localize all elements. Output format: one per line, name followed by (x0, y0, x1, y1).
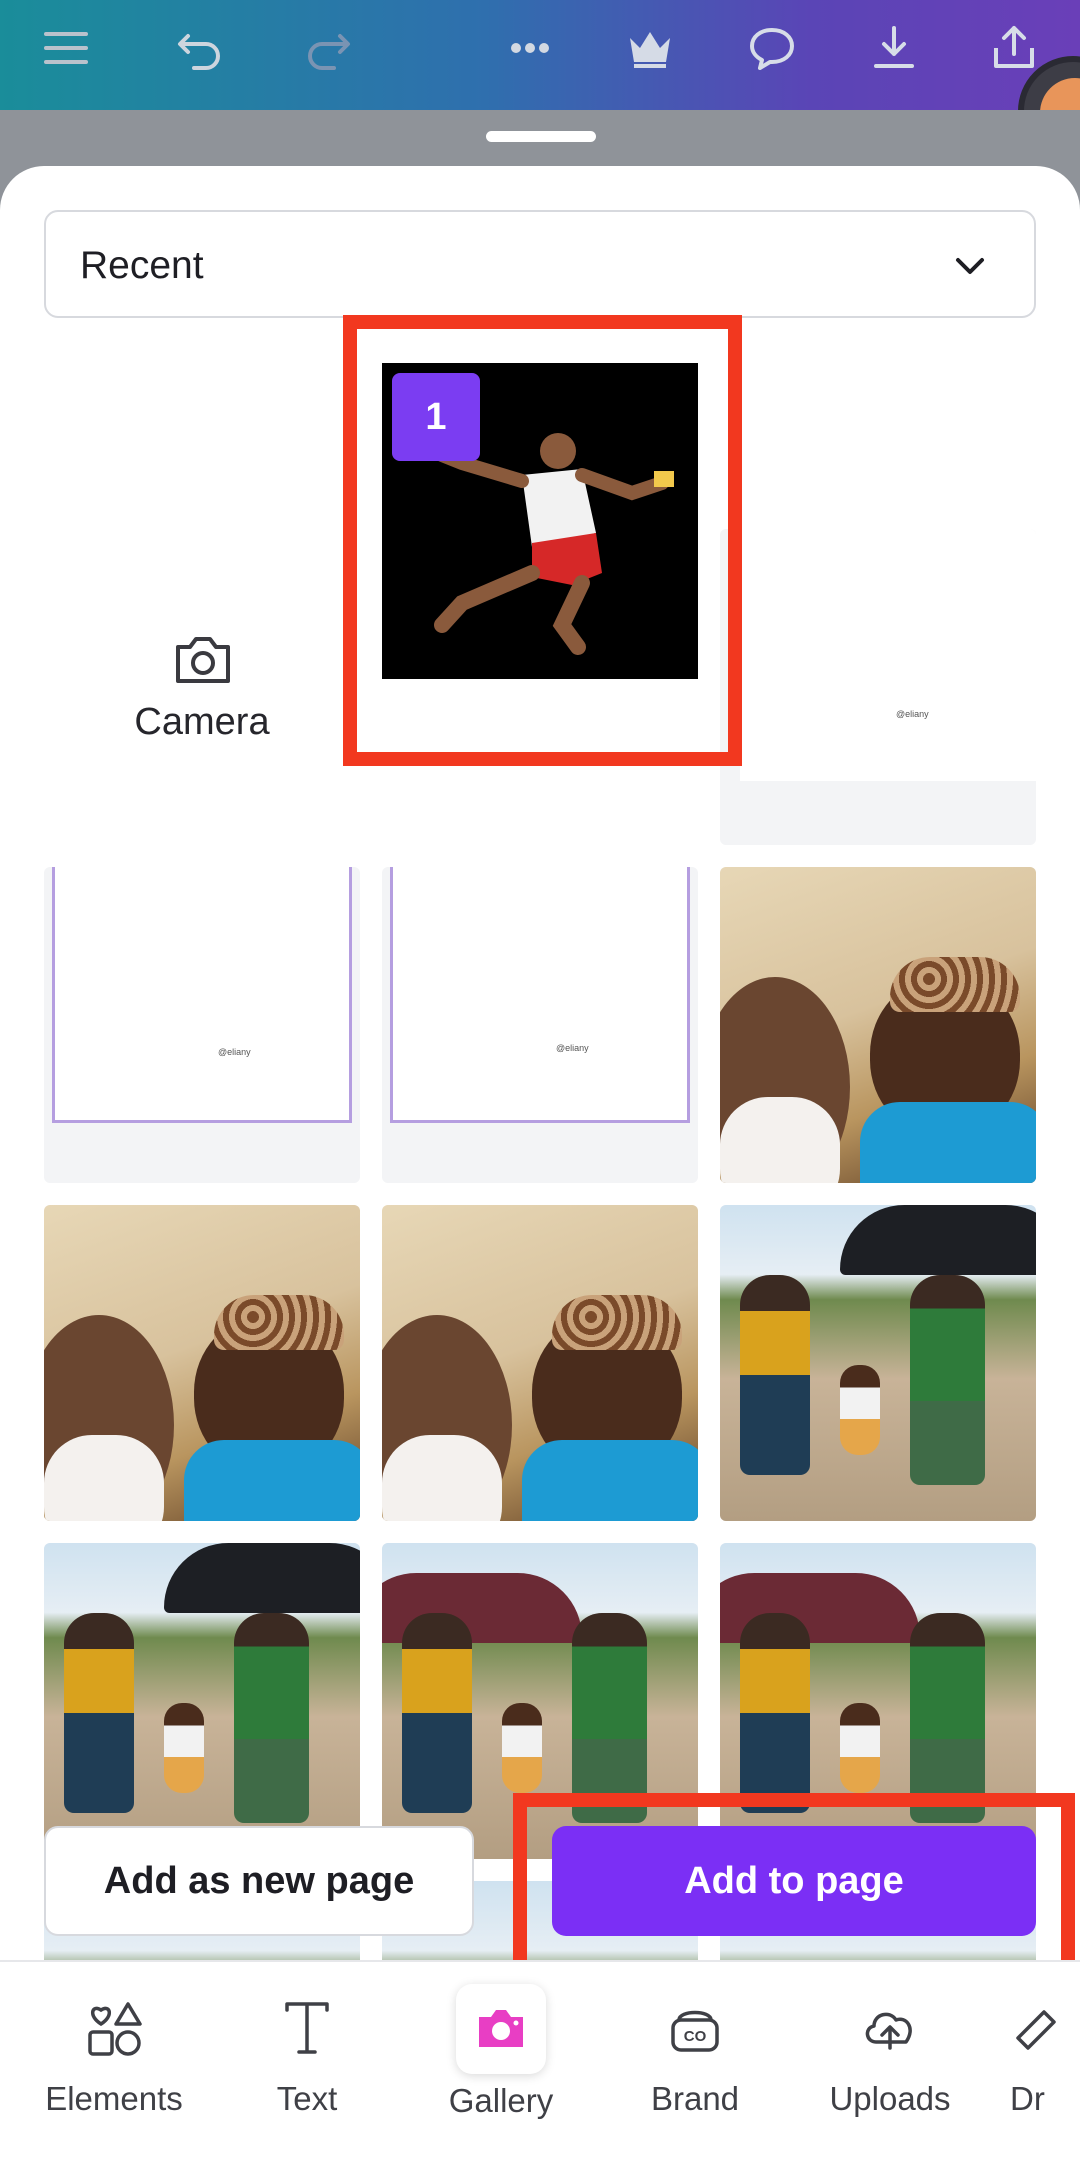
watermark-text: @eliany (556, 1043, 589, 1053)
sheet-drag-handle[interactable] (486, 131, 596, 142)
nav-item-draw[interactable]: Dr (990, 1998, 1080, 2118)
nav-label-elements: Elements (45, 2080, 183, 2117)
photo-thumbnail (720, 867, 1036, 1183)
nav-item-uploads[interactable]: Uploads (800, 1998, 980, 2118)
photo-thumbnail (44, 1543, 360, 1859)
gallery-camera-icon (479, 2010, 523, 2047)
more-icon[interactable] (498, 16, 562, 80)
text-icon (285, 2002, 329, 2054)
top-toolbar (0, 0, 1080, 110)
nav-label-text: Text (276, 2080, 338, 2117)
watermark-text: @eliany (896, 709, 929, 719)
undo-icon[interactable] (168, 16, 232, 80)
nav-label-uploads: Uploads (829, 2080, 951, 2117)
svg-text:CO: CO (684, 2028, 707, 2045)
add-as-new-page-button[interactable]: Add as new page (44, 1826, 474, 1936)
camera-label: Camera (134, 701, 270, 743)
media-tile[interactable] (44, 1543, 360, 1859)
camera-icon (176, 637, 230, 683)
nav-item-brand[interactable]: CO Brand (605, 1998, 785, 2118)
photo-thumbnail (382, 1205, 698, 1521)
elements-icon (88, 2002, 142, 2056)
brand-icon: CO (671, 2010, 719, 2052)
photo-thumbnail (720, 1205, 1036, 1521)
nav-label-gallery: Gallery (448, 2082, 554, 2119)
media-tile[interactable] (720, 1205, 1036, 1521)
download-icon[interactable] (862, 16, 926, 80)
bottom-navigation: Elements Text Gallery CO Brand Uploads D… (0, 1960, 1080, 2172)
chevron-down-icon (956, 258, 984, 274)
nav-label-brand: Brand (650, 2080, 740, 2117)
media-tile[interactable] (382, 1205, 698, 1521)
source-dropdown-label: Recent (80, 244, 204, 287)
nav-item-text[interactable]: Text (217, 1998, 397, 2118)
nav-item-elements[interactable]: Elements (24, 1998, 204, 2118)
photo-thumbnail (44, 1205, 360, 1521)
screen: { "toolbar": { "icons": ["menu-icon", "u… (0, 0, 1080, 2172)
design-page-thumbnail (52, 867, 352, 1123)
watermark-text: @eliany (218, 1047, 251, 1057)
nav-label-draw: Dr (1010, 2080, 1045, 2117)
media-tile[interactable] (44, 1205, 360, 1521)
gallery-icon-container (456, 1984, 546, 2074)
design-page-thumbnail (390, 867, 690, 1123)
uploads-icon (865, 2012, 912, 2050)
highlight-selected-media (343, 315, 742, 766)
camera-tile[interactable]: Camera (44, 529, 360, 845)
nav-item-gallery[interactable]: Gallery (411, 1984, 591, 2120)
design-page-thumbnail (740, 529, 1036, 781)
menu-icon[interactable] (34, 16, 98, 80)
media-tile[interactable]: @eliany (382, 867, 698, 1183)
media-tile[interactable] (720, 867, 1036, 1183)
source-dropdown[interactable]: Recent (44, 210, 1036, 318)
draw-icon (1016, 2010, 1056, 2050)
redo-icon[interactable] (296, 16, 360, 80)
crown-icon[interactable] (618, 16, 682, 80)
media-tile[interactable]: @eliany (44, 867, 360, 1183)
comment-icon[interactable] (740, 16, 804, 80)
media-tile[interactable]: @eliany (720, 529, 1036, 845)
